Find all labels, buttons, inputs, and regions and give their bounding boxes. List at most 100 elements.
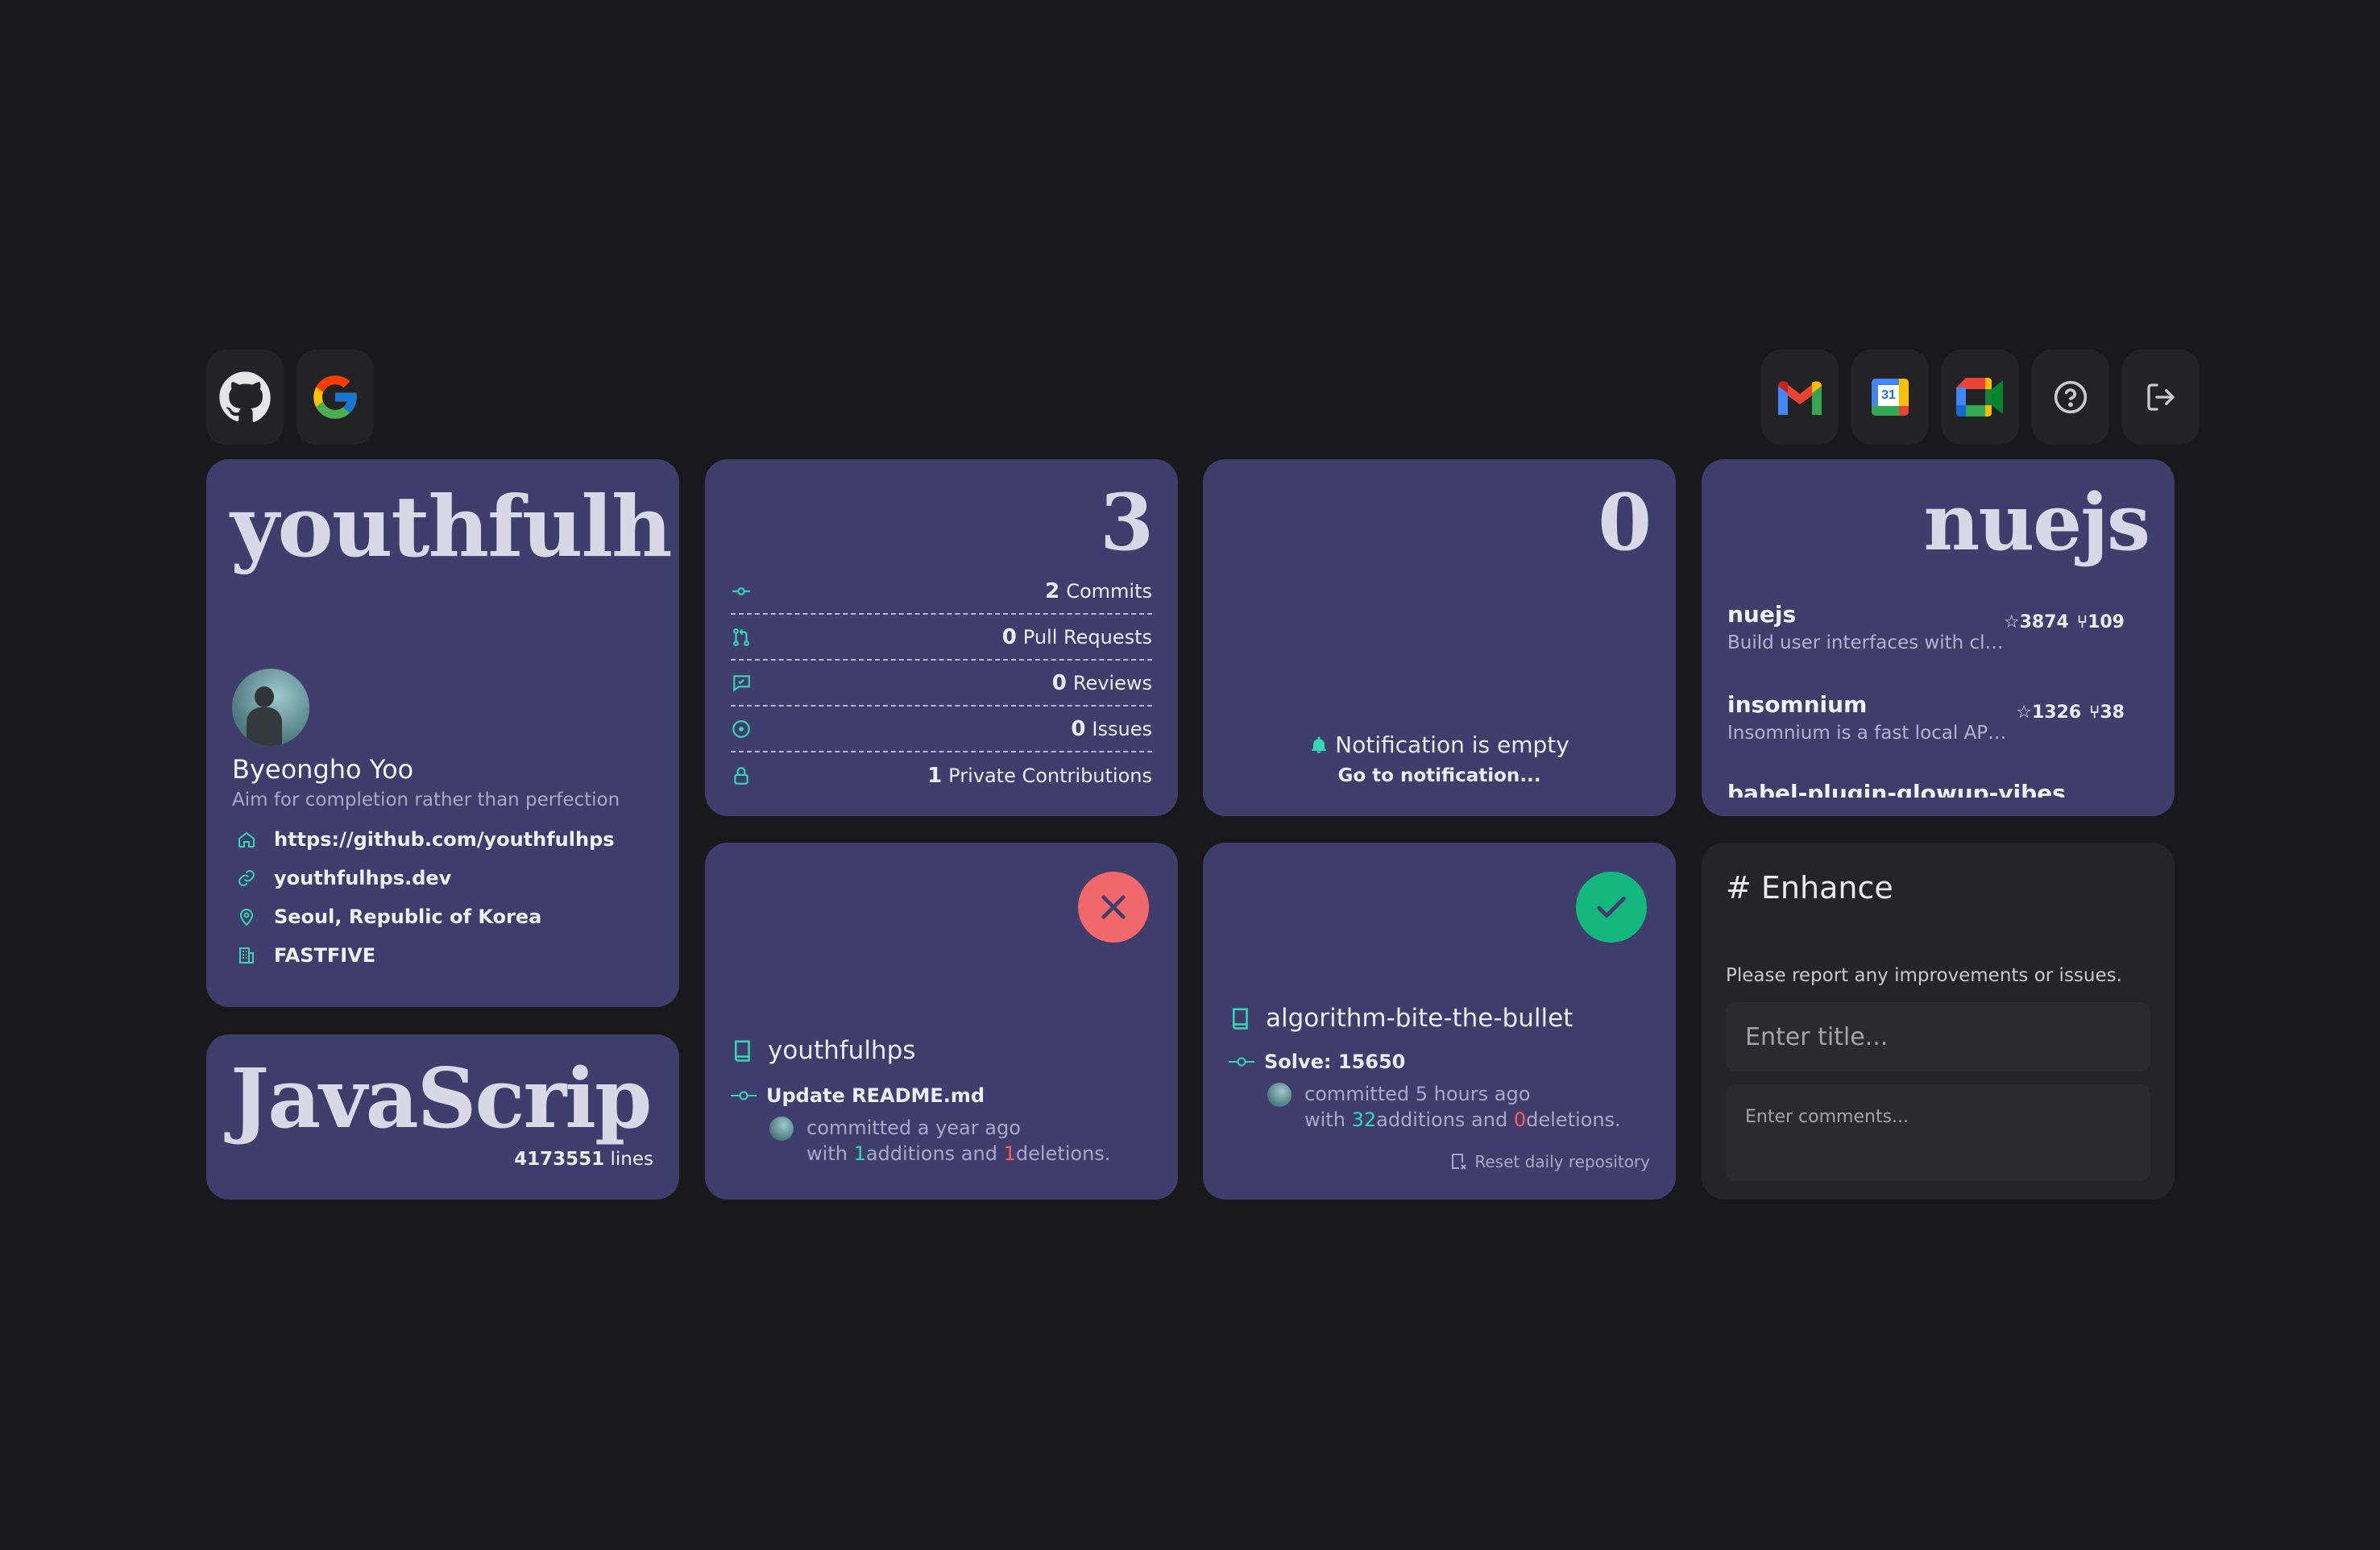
repo-icon bbox=[1233, 1008, 1248, 1030]
repositories-card: nuejs nuejs Build user interfaces with c… bbox=[1702, 459, 2175, 816]
review-icon bbox=[733, 674, 750, 692]
daily-commit-time: committed 5 hours ago bbox=[1304, 1083, 1531, 1105]
help-button[interactable] bbox=[2032, 350, 2109, 445]
deletions-count: 0 bbox=[1513, 1109, 1527, 1131]
stats-row-pull-requests: 0 Pull Requests bbox=[731, 615, 1152, 661]
stats-row-commits: 2 Commits bbox=[731, 569, 1152, 615]
reset-repo-icon bbox=[1452, 1154, 1467, 1170]
contribution-stats-card: 3 2 Commits 0 Pull Requests 0 Reviews 0 Issu… bbox=[705, 459, 1178, 816]
with-label: with bbox=[806, 1142, 848, 1165]
profile-location: Seoul, Republic of Korea bbox=[237, 906, 541, 928]
repo-description: Build user interfaces with clea... bbox=[1727, 632, 2009, 653]
lock-icon bbox=[734, 766, 748, 785]
last-commit-card: youthfulhps Update README.md committed a… bbox=[705, 843, 1178, 1200]
star-icon: ☆ bbox=[2016, 702, 2032, 723]
location: Seoul, Republic of Korea bbox=[274, 906, 542, 928]
success-status-badge bbox=[1576, 872, 1647, 943]
private-label: Private Contributions bbox=[948, 764, 1152, 787]
enhance-description: Please report any improvements or issues… bbox=[1726, 965, 2122, 986]
notification-empty-text: Notification is empty bbox=[1335, 731, 1569, 758]
reset-label: Reset daily repository bbox=[1474, 1152, 1650, 1171]
deletions-label: deletions. bbox=[1015, 1142, 1111, 1165]
calendar-day-label: 31 bbox=[1878, 385, 1899, 406]
stats-row-reviews: 0 Reviews bbox=[731, 661, 1152, 707]
issues-value: 0 bbox=[1071, 716, 1086, 741]
google-link-button[interactable] bbox=[296, 350, 374, 445]
stats-row-private: 1 Private Contributions bbox=[731, 752, 1152, 798]
building-icon bbox=[239, 947, 254, 964]
repo-forks: 38 bbox=[2100, 702, 2125, 723]
repo-description: Insomnium is a fast local API t... bbox=[1727, 723, 2009, 744]
issue-icon bbox=[732, 719, 750, 738]
google-calendar-icon: 31 bbox=[1872, 379, 1909, 416]
reviews-label: Reviews bbox=[1072, 671, 1152, 694]
repo-forks: 109 bbox=[2088, 612, 2125, 632]
repo-item[interactable]: insomnium Insomnium is a fast local API … bbox=[1727, 691, 2149, 756]
check-icon bbox=[1597, 896, 1626, 918]
language-lines: 4173551 bbox=[514, 1149, 605, 1170]
go-to-notification-link[interactable]: Go to notification... bbox=[1203, 765, 1676, 786]
repo-item[interactable]: nuejs Build user interfaces with clea...… bbox=[1727, 601, 2149, 665]
fork-icon: ⑂ bbox=[2076, 612, 2088, 632]
repo-stars: 1326 bbox=[2031, 702, 2082, 723]
help-icon bbox=[2054, 380, 2088, 414]
avatar bbox=[1267, 1083, 1292, 1107]
failed-status-badge bbox=[1078, 872, 1149, 943]
gmail-icon bbox=[1778, 381, 1822, 415]
daily-repo-name[interactable]: algorithm-bite-the-bullet bbox=[1266, 1004, 1573, 1033]
daily-commit-message: Solve: 15650 bbox=[1264, 1051, 1406, 1073]
gmail-button[interactable] bbox=[1761, 350, 1839, 445]
github-url: https://github.com/youthfulhps bbox=[274, 828, 615, 851]
daily-repository-card: algorithm-bite-the-bullet Solve: 15650 c… bbox=[1203, 843, 1676, 1200]
repos-title: nuejs bbox=[1923, 477, 2150, 568]
enhance-title-input[interactable] bbox=[1726, 1002, 2150, 1071]
enhance-card: # Enhance Please report any improvements… bbox=[1702, 843, 2175, 1200]
website: youthfulhps.dev bbox=[274, 867, 452, 889]
language-name: JavaScrip bbox=[230, 1051, 652, 1147]
bell-icon bbox=[1312, 736, 1327, 753]
additions-label: additions and bbox=[865, 1142, 997, 1165]
profile-card: youthfulh Byeongho Yoo Aim for completio… bbox=[206, 459, 679, 1007]
stats-total: 3 bbox=[1100, 477, 1154, 568]
enhance-comments-textarea[interactable] bbox=[1726, 1084, 2150, 1181]
logout-button[interactable] bbox=[2122, 350, 2200, 445]
profile-username: youthfulh bbox=[230, 477, 673, 576]
fork-icon: ⑂ bbox=[2089, 702, 2100, 723]
profile-company: FASTFIVE bbox=[237, 944, 375, 967]
commit-icon bbox=[1229, 1057, 1254, 1067]
home-icon bbox=[238, 831, 255, 848]
repo-icon bbox=[735, 1040, 750, 1062]
notification-card: 0 Notification is empty Go to notificati… bbox=[1203, 459, 1676, 816]
reset-daily-repository-button[interactable]: Reset daily repository bbox=[1449, 1152, 1650, 1171]
google-meet-button[interactable] bbox=[1942, 350, 2019, 445]
profile-github-link[interactable]: https://github.com/youthfulhps bbox=[237, 828, 615, 851]
language-lines-label: lines bbox=[610, 1149, 654, 1170]
profile-website-link[interactable]: youthfulhps.dev bbox=[237, 867, 451, 889]
location-pin-icon bbox=[239, 909, 254, 926]
github-icon bbox=[219, 371, 271, 422]
last-commit-time: committed a year ago bbox=[806, 1117, 1021, 1139]
commits-label: Commits bbox=[1066, 579, 1152, 603]
enhance-title: # Enhance bbox=[1726, 870, 1893, 906]
additions-count: 32 bbox=[1351, 1109, 1377, 1131]
repo-stars: 3874 bbox=[2019, 612, 2069, 632]
profile-name: Byeongho Yoo bbox=[232, 754, 414, 785]
issues-label: Issues bbox=[1092, 717, 1152, 740]
google-calendar-button[interactable]: 31 bbox=[1851, 350, 1929, 445]
commit-icon bbox=[731, 1091, 757, 1100]
last-commit-message: Update README.md bbox=[766, 1084, 985, 1107]
deletions-count: 1 bbox=[1003, 1142, 1016, 1165]
logout-icon bbox=[2147, 383, 2175, 411]
profile-bio: Aim for completion rather than perfectio… bbox=[232, 790, 620, 810]
last-commit-repo[interactable]: youthfulhps bbox=[768, 1036, 915, 1065]
additions-count: 1 bbox=[853, 1142, 866, 1165]
notification-count: 0 bbox=[1598, 477, 1652, 568]
additions-label: additions and bbox=[1376, 1109, 1508, 1131]
google-icon bbox=[313, 375, 357, 419]
avatar bbox=[769, 1117, 794, 1141]
commit-icon bbox=[732, 586, 750, 595]
private-value: 1 bbox=[927, 763, 943, 788]
pull-request-icon bbox=[733, 628, 749, 646]
company: FASTFIVE bbox=[274, 944, 376, 967]
github-link-button[interactable] bbox=[206, 350, 284, 445]
